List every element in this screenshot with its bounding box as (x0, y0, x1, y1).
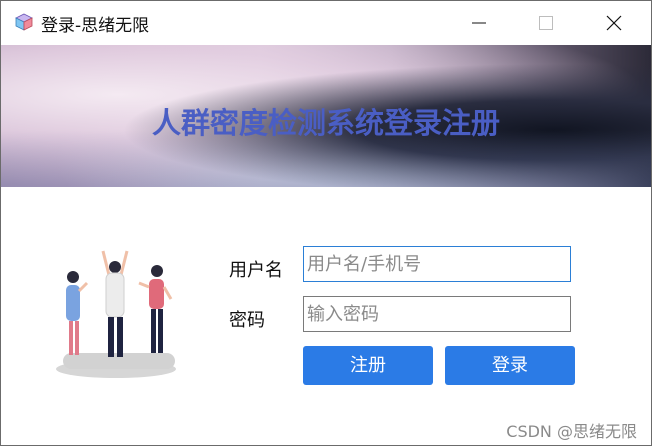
close-icon (606, 15, 622, 31)
close-button[interactable] (591, 1, 637, 45)
minimize-button[interactable] (456, 1, 502, 45)
maximize-icon (539, 16, 553, 30)
title-bar[interactable]: 登录-思绪无限 (1, 1, 651, 45)
login-button[interactable]: 登录 (445, 346, 575, 385)
people-illustration (56, 250, 176, 378)
banner-title: 人群密度检测系统登录注册 (151, 106, 500, 140)
minimize-icon (472, 22, 486, 24)
app-cube-icon (15, 13, 33, 31)
username-label: 用户名 (229, 260, 283, 281)
password-input[interactable] (303, 296, 571, 332)
window-title: 登录-思绪无限 (41, 16, 150, 36)
username-input[interactable] (303, 246, 571, 282)
login-window: 登录-思绪无限 人群密度检测系统登录注册 用户名 用户名/手机号 密码 输入密码… (0, 0, 652, 446)
register-button[interactable]: 注册 (303, 346, 433, 385)
banner: 人群密度检测系统登录注册 (1, 45, 651, 187)
watermark-text: CSDN @思绪无限 (506, 422, 637, 441)
maximize-button[interactable] (523, 1, 569, 45)
password-label: 密码 (229, 310, 265, 331)
